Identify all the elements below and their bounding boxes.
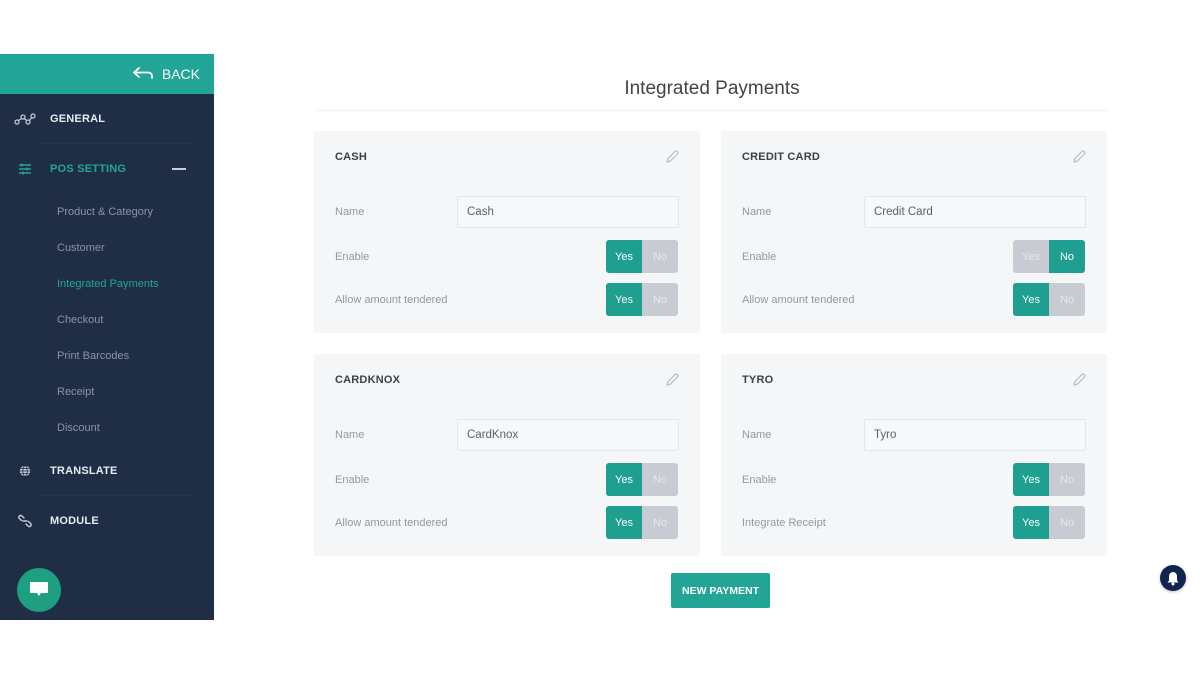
toggle-no[interactable]: No xyxy=(1049,283,1085,316)
card-title: CARDKNOX xyxy=(335,374,401,386)
toggle-no[interactable]: No xyxy=(1049,463,1085,496)
sidebar-item-translate[interactable]: TRANSLATE xyxy=(0,446,214,496)
subnav-item-customer[interactable]: Customer xyxy=(57,230,214,266)
sliders-icon xyxy=(14,161,36,177)
allow-amount-tendered-toggle[interactable]: Yes No xyxy=(606,283,678,316)
toggle-no[interactable]: No xyxy=(642,506,678,539)
enable-toggle[interactable]: Yes No xyxy=(606,240,678,273)
sidebar-item-label: TRANSLATE xyxy=(50,465,118,477)
bell-icon xyxy=(1167,571,1179,585)
toggle-no[interactable]: No xyxy=(642,283,678,316)
toggle-yes[interactable]: Yes xyxy=(606,283,642,316)
enable-label: Enable xyxy=(335,251,370,263)
toggle-no[interactable]: No xyxy=(1049,240,1085,273)
enable-toggle[interactable]: Yes No xyxy=(1013,240,1085,273)
pencil-icon[interactable] xyxy=(664,149,680,165)
subnav-item-print-barcodes[interactable]: Print Barcodes xyxy=(57,338,214,374)
allow-amount-tendered-toggle[interactable]: Yes No xyxy=(606,506,678,539)
new-payment-button[interactable]: NEW PAYMENT xyxy=(671,573,770,608)
subnav-item-discount[interactable]: Discount xyxy=(57,410,214,446)
pencil-icon[interactable] xyxy=(1071,149,1087,165)
integrate-receipt-label: Integrate Receipt xyxy=(742,517,826,529)
sidebar-item-label: POS SETTING xyxy=(50,163,127,175)
back-arrow-icon xyxy=(132,67,153,79)
name-label: Name xyxy=(335,429,365,441)
page-title: Integrated Payments xyxy=(624,78,800,99)
title-divider xyxy=(316,110,1108,111)
name-label: Name xyxy=(335,206,365,218)
toggle-no[interactable]: No xyxy=(642,463,678,496)
card-title: TYRO xyxy=(742,374,774,386)
nodes-icon xyxy=(14,111,36,127)
payment-card-credit-card: CREDIT CARD Name Enable YesNo Allow amount t… xyxy=(721,131,1107,333)
toggle-yes[interactable]: Yes xyxy=(1013,463,1049,496)
link-icon xyxy=(14,513,36,529)
enable-label: Enable xyxy=(742,251,777,263)
sidebar-item-label: GENERAL xyxy=(50,113,106,125)
sidebar-item-pos-setting[interactable]: POS SETTING xyxy=(0,144,214,194)
subnav-item-product-category[interactable]: Product & Category xyxy=(57,194,214,230)
subnav-item-integrated-payments[interactable]: Integrated Payments xyxy=(57,266,214,302)
enable-label: Enable xyxy=(742,474,777,486)
chat-icon xyxy=(30,582,48,596)
chat-button[interactable] xyxy=(17,568,61,612)
back-button[interactable]: BACK xyxy=(0,54,214,94)
card-title: CASH xyxy=(335,151,367,163)
name-input[interactable] xyxy=(457,419,679,451)
toggle-no[interactable]: No xyxy=(642,240,678,273)
sidebar: BACK GENERAL POS SETTING Product & Categ… xyxy=(0,54,214,620)
toggle-yes[interactable]: Yes xyxy=(1013,506,1049,539)
sidebar-item-label: MODULE xyxy=(50,515,99,527)
pencil-icon[interactable] xyxy=(664,372,680,388)
notification-button[interactable] xyxy=(1160,565,1186,591)
back-label: BACK xyxy=(161,66,200,82)
toggle-yes[interactable]: Yes xyxy=(606,506,642,539)
allow-amount-tendered-toggle[interactable]: Yes No xyxy=(1013,283,1085,316)
enable-toggle[interactable]: Yes No xyxy=(1013,463,1085,496)
payment-card-cash: CASH Name Enable YesNo Allow amount tendered… xyxy=(314,131,700,333)
toggle-yes[interactable]: Yes xyxy=(1013,283,1049,316)
collapse-icon[interactable] xyxy=(172,168,186,170)
pos-setting-submenu: Product & Category Customer Integrated P… xyxy=(0,194,214,446)
name-input[interactable] xyxy=(457,196,679,228)
subnav-item-receipt[interactable]: Receipt xyxy=(57,374,214,410)
toggle-yes[interactable]: Yes xyxy=(606,463,642,496)
payment-card-cardknox: CARDKNOX Name Enable YesNo Allow amount tend… xyxy=(314,354,700,556)
toggle-yes[interactable]: Yes xyxy=(1013,240,1049,273)
sidebar-item-module[interactable]: MODULE xyxy=(0,496,214,546)
enable-label: Enable xyxy=(335,474,370,486)
name-label: Name xyxy=(742,429,772,441)
sidebar-item-general[interactable]: GENERAL xyxy=(0,94,214,144)
integrate-receipt-toggle[interactable]: Yes No xyxy=(1013,506,1085,539)
toggle-yes[interactable]: Yes xyxy=(606,240,642,273)
name-label: Name xyxy=(742,206,772,218)
toggle-no[interactable]: No xyxy=(1049,506,1085,539)
name-input[interactable] xyxy=(864,419,1086,451)
allow-amount-tendered-label: Allow amount tendered xyxy=(742,294,855,306)
allow-amount-tendered-label: Allow amount tendered xyxy=(335,294,448,306)
name-input[interactable] xyxy=(864,196,1086,228)
subnav-item-checkout[interactable]: Checkout xyxy=(57,302,214,338)
enable-toggle[interactable]: Yes No xyxy=(606,463,678,496)
payment-card-tyro: TYRO Name Enable YesNo Integrate Receipt YesN… xyxy=(721,354,1107,556)
globe-icon xyxy=(14,463,36,479)
pencil-icon[interactable] xyxy=(1071,372,1087,388)
card-title: CREDIT CARD xyxy=(742,151,820,163)
allow-amount-tendered-label: Allow amount tendered xyxy=(335,517,448,529)
